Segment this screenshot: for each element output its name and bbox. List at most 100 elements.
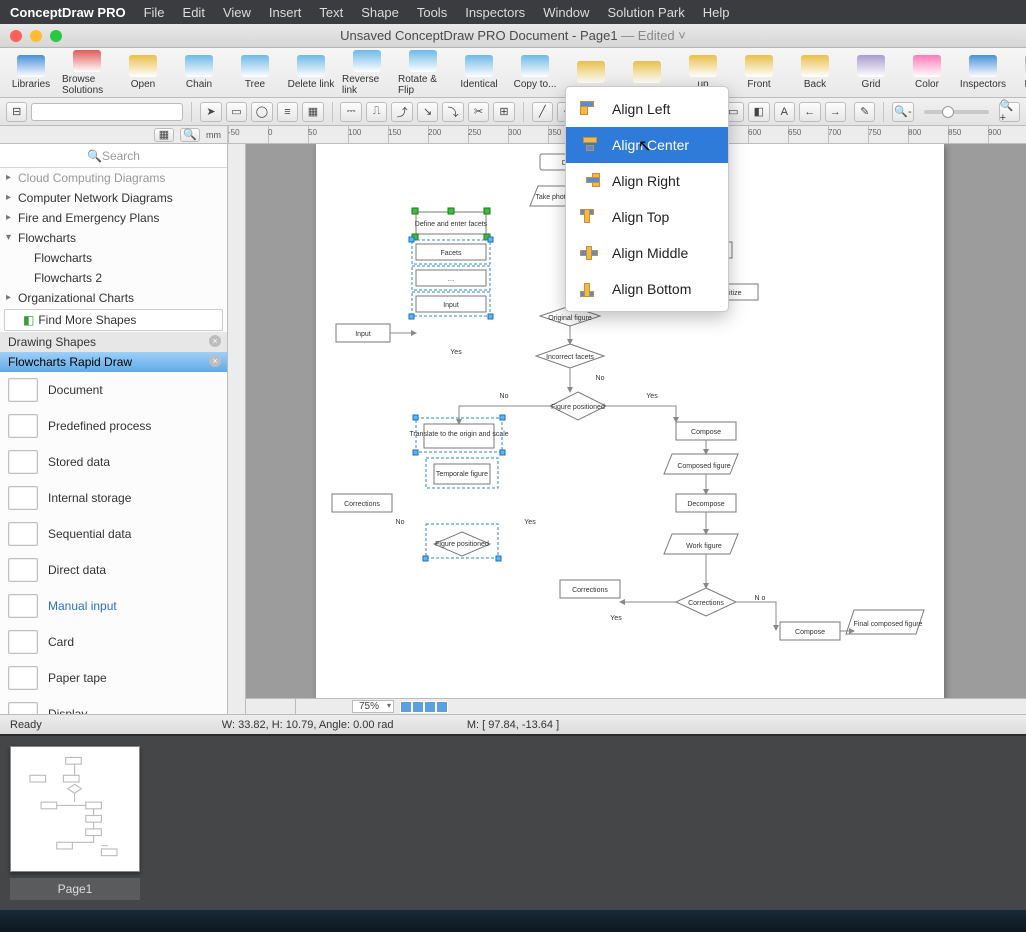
- toolbar-rulers[interactable]: Rulers: [1014, 55, 1026, 90]
- quick-input[interactable]: [31, 103, 183, 121]
- toolbar-btn11[interactable]: [622, 61, 672, 85]
- library-search[interactable]: 🔍 Search: [0, 144, 227, 168]
- toolbar-color[interactable]: Color: [902, 55, 952, 90]
- menu-inspectors[interactable]: Inspectors: [465, 5, 525, 20]
- view-grid-icon[interactable]: ▦: [154, 128, 174, 142]
- menu-insert[interactable]: Insert: [269, 5, 302, 20]
- toolbar-btn10[interactable]: [566, 61, 616, 85]
- shape-sequential-data[interactable]: Sequential data: [0, 516, 227, 552]
- tree-child-flowcharts2[interactable]: Flowcharts 2: [0, 268, 227, 288]
- line-tool-1[interactable]: ╱: [532, 102, 553, 122]
- toolbar-open[interactable]: Open: [118, 55, 168, 90]
- shape-predefined-process[interactable]: Predefined process: [0, 408, 227, 444]
- toolbar-front[interactable]: Front: [734, 55, 784, 90]
- connector-tool-6[interactable]: ✂: [468, 102, 489, 122]
- window-minimize-button[interactable]: [30, 30, 42, 42]
- find-more-shapes-button[interactable]: ◧ Find More Shapes: [4, 309, 223, 331]
- toolbar-delete-link[interactable]: Delete link: [286, 55, 336, 90]
- close-icon[interactable]: ×: [209, 335, 221, 347]
- toolbar-chain[interactable]: Chain: [174, 55, 224, 90]
- align-align-left[interactable]: Align Left: [566, 91, 728, 127]
- menu-window[interactable]: Window: [543, 5, 589, 20]
- shadow-tool-button[interactable]: ◧: [748, 102, 769, 122]
- tree-item-network[interactable]: Computer Network Diagrams: [0, 188, 227, 208]
- shape-manual-input[interactable]: Manual input: [0, 588, 227, 624]
- ellipse-tool-button[interactable]: ◯: [251, 102, 272, 122]
- toolbar-up[interactable]: up: [678, 55, 728, 90]
- shape-stored-data[interactable]: Stored data: [0, 444, 227, 480]
- library-header-drawing[interactable]: Drawing Shapes ×: [0, 332, 227, 352]
- library-panel: 🔍 Search Cloud Computing Diagrams Comput…: [0, 144, 228, 714]
- toolbar-reverse-link[interactable]: Reverse link: [342, 50, 392, 96]
- tree-item-org[interactable]: Organizational Charts: [0, 288, 227, 308]
- shape-internal-storage[interactable]: Internal storage: [0, 480, 227, 516]
- menu-text[interactable]: Text: [319, 5, 343, 20]
- zoom-in-button[interactable]: 🔍+: [999, 102, 1020, 122]
- menu-help[interactable]: Help: [703, 5, 730, 20]
- connector-tool-2[interactable]: ⎍: [366, 102, 387, 122]
- toolbar-identical[interactable]: Identical: [454, 55, 504, 90]
- align-dropdown-menu: Align LeftAlign CenterAlign RightAlign T…: [565, 86, 729, 312]
- menu-file[interactable]: File: [144, 5, 165, 20]
- connector-tool-5[interactable]: ⤵: [442, 102, 463, 122]
- page-thumbnail[interactable]: Page1: [10, 746, 140, 900]
- align-align-top[interactable]: Align Top: [566, 199, 728, 235]
- menu-shape[interactable]: Shape: [361, 5, 399, 20]
- tree-item-cloud[interactable]: Cloud Computing Diagrams: [0, 168, 227, 188]
- tree-child-flowcharts[interactable]: Flowcharts: [0, 248, 227, 268]
- toolbar-rotate-flip[interactable]: Rotate & Flip: [398, 50, 448, 96]
- page-nav[interactable]: [400, 701, 448, 713]
- shape-card[interactable]: Card: [0, 624, 227, 660]
- align-align-right[interactable]: Align Right: [566, 163, 728, 199]
- view-search-icon[interactable]: 🔍: [180, 128, 200, 142]
- app-name[interactable]: ConceptDraw PRO: [10, 5, 126, 20]
- svg-text:Original figure: Original figure: [548, 315, 592, 322]
- svg-text:Figure positioned: Figure positioned: [551, 404, 605, 411]
- align-align-middle[interactable]: Align Middle: [566, 235, 728, 271]
- toolbar-back[interactable]: Back: [790, 55, 840, 90]
- library-header-rapid[interactable]: Flowcharts Rapid Draw ×: [0, 352, 227, 372]
- text-tool-button[interactable]: ≡: [277, 102, 298, 122]
- menu-solution-park[interactable]: Solution Park: [607, 5, 684, 20]
- tree-item-fire[interactable]: Fire and Emergency Plans: [0, 208, 227, 228]
- toolbar-browse-solutions[interactable]: Browse Solutions: [62, 50, 112, 96]
- window-close-button[interactable]: [10, 30, 22, 42]
- pointer-tool-button[interactable]: ➤: [200, 102, 221, 122]
- toolbar-libraries[interactable]: Libraries: [6, 55, 56, 90]
- tree-item-flowcharts[interactable]: Flowcharts: [0, 228, 227, 248]
- toolbar-inspectors[interactable]: Inspectors: [958, 55, 1008, 90]
- align-align-bottom[interactable]: Align Bottom: [566, 271, 728, 307]
- window-zoom-button[interactable]: [50, 30, 62, 42]
- zoom-out-button[interactable]: 🔍-: [892, 102, 913, 122]
- svg-text:No: No: [596, 375, 605, 382]
- toolbar-copy-to-[interactable]: Copy to...: [510, 55, 560, 90]
- align-align-center[interactable]: Align Center: [566, 127, 728, 163]
- arrow-style-button[interactable]: ←: [799, 102, 820, 122]
- textstyle-tool-button[interactable]: A: [774, 102, 795, 122]
- arrow-style-button-2[interactable]: →: [825, 102, 846, 122]
- rect-tool-button[interactable]: ▭: [226, 102, 247, 122]
- shape-display[interactable]: Display: [0, 696, 227, 714]
- menu-tools[interactable]: Tools: [417, 5, 447, 20]
- toolbar-tree[interactable]: Tree: [230, 55, 280, 90]
- svg-text:Figure positioned: Figure positioned: [435, 541, 489, 548]
- connector-tool-1[interactable]: ⎓: [340, 102, 361, 122]
- svg-text:Input: Input: [443, 302, 459, 309]
- shape-paper-tape[interactable]: Paper tape: [0, 660, 227, 696]
- table-tool-button[interactable]: ▦: [302, 102, 323, 122]
- shape-document[interactable]: Document: [0, 372, 227, 408]
- shape-direct-data[interactable]: Direct data: [0, 552, 227, 588]
- connector-tool-4[interactable]: ↘: [417, 102, 438, 122]
- toolbar-grid[interactable]: Grid: [846, 55, 896, 90]
- close-icon[interactable]: ×: [209, 355, 221, 367]
- menu-view[interactable]: View: [223, 5, 251, 20]
- zoom-select[interactable]: 75%: [352, 700, 394, 713]
- menu-edit[interactable]: Edit: [183, 5, 205, 20]
- eyedropper-tool-button[interactable]: ✎: [854, 102, 875, 122]
- zoom-slider[interactable]: [924, 110, 989, 114]
- connector-tool-7[interactable]: ⊞: [493, 102, 514, 122]
- title-chevron-icon[interactable]: ˅: [678, 28, 686, 43]
- vertical-ruler[interactable]: [228, 144, 246, 714]
- panel-toggle-button[interactable]: ⊟: [6, 102, 27, 122]
- connector-tool-3[interactable]: ⤴: [391, 102, 412, 122]
